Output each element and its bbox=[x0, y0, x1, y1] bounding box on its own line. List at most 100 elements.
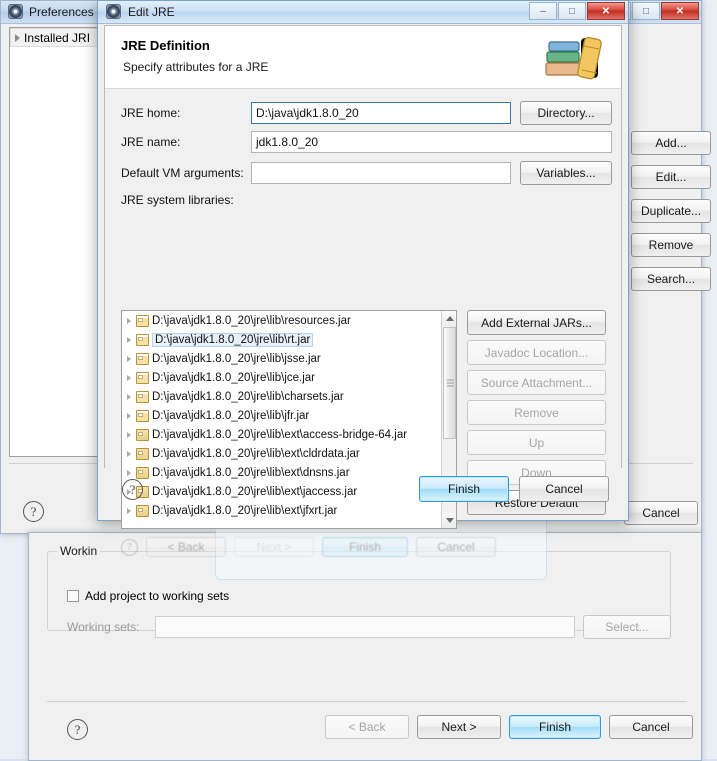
edit-jre-footer: ? Finish Cancel bbox=[104, 469, 622, 513]
cancel-button[interactable]: Cancel bbox=[519, 476, 609, 502]
help-icon: ? bbox=[122, 479, 143, 500]
jar-icon bbox=[136, 447, 149, 460]
edit-jre-titlebar[interactable]: Edit JRE – □ ✕ bbox=[98, 1, 628, 24]
chevron-right-icon[interactable] bbox=[127, 412, 131, 419]
restore-button[interactable]: □ bbox=[558, 2, 586, 20]
library-list-item[interactable]: D:\java\jdk1.8.0_20\jre\lib\ext\access-b… bbox=[122, 425, 456, 444]
library-path-label: D:\java\jdk1.8.0_20\jre\lib\ext\access-b… bbox=[152, 428, 408, 441]
library-path-label: D:\java\jdk1.8.0_20\jre\lib\ext\cldrdata… bbox=[152, 447, 360, 460]
search-button[interactable]: Search... bbox=[631, 267, 712, 291]
chevron-right-icon[interactable] bbox=[127, 317, 131, 324]
chevron-right-icon bbox=[15, 33, 20, 42]
vm-arguments-label: Default VM arguments: bbox=[121, 166, 244, 180]
jre-home-label: JRE home: bbox=[121, 106, 181, 120]
edit-jre-dialog[interactable]: Edit JRE – □ ✕ JRE Definition Specify at… bbox=[97, 0, 629, 529]
library-list-item[interactable]: D:\java\jdk1.8.0_20\jre\lib\charsets.jar bbox=[122, 387, 456, 406]
jre-name-label: JRE name: bbox=[121, 135, 181, 149]
scroll-up-button[interactable] bbox=[442, 311, 456, 326]
jar-icon bbox=[136, 428, 149, 441]
library-list-item[interactable]: D:\java\jdk1.8.0_20\jre\lib\rt.jar bbox=[122, 330, 456, 349]
jre-home-input[interactable]: D:\java\jdk1.8.0_20 bbox=[251, 102, 511, 124]
dialog-header-subtitle: Specify attributes for a JRE bbox=[123, 60, 269, 74]
wizard-separator bbox=[47, 701, 687, 702]
scrollbar-grip-icon bbox=[447, 379, 454, 387]
chevron-right-icon[interactable] bbox=[127, 355, 131, 362]
jar-icon bbox=[136, 390, 149, 403]
jar-icon bbox=[136, 314, 149, 327]
jre-name-row: JRE name: jdk1.8.0_20 bbox=[121, 131, 621, 153]
wizard-button-row[interactable]: < Back Next > Finish Cancel bbox=[325, 715, 693, 739]
up-button: Up bbox=[467, 430, 606, 455]
jre-home-row: JRE home: D:\java\jdk1.8.0_20 Directory.… bbox=[121, 101, 621, 125]
library-path-label: D:\java\jdk1.8.0_20\jre\lib\charsets.jar bbox=[152, 390, 344, 403]
finish-button[interactable]: Finish bbox=[419, 476, 509, 502]
jar-icon bbox=[136, 333, 149, 346]
vm-arguments-input[interactable] bbox=[251, 162, 511, 184]
scrollbar-thumb[interactable] bbox=[443, 327, 456, 439]
close-button[interactable]: ✕ bbox=[587, 2, 625, 20]
preferences-help-button[interactable]: ? bbox=[23, 501, 44, 522]
working-sets-row[interactable]: Working sets: Select... bbox=[67, 615, 671, 639]
dialog-help-button[interactable]: ? bbox=[122, 479, 143, 500]
jar-icon bbox=[136, 371, 149, 384]
library-path-label: D:\java\jdk1.8.0_20\jre\lib\rt.jar bbox=[152, 332, 314, 347]
source-attachment-button: Source Attachment... bbox=[467, 370, 606, 395]
minimize-button[interactable]: – bbox=[529, 2, 557, 20]
checkbox-box[interactable] bbox=[67, 590, 79, 602]
chevron-right-icon[interactable] bbox=[127, 450, 131, 457]
close-button[interactable]: ✕ bbox=[661, 2, 699, 20]
cancel-button[interactable]: Cancel bbox=[609, 715, 693, 739]
library-list-item[interactable]: D:\java\jdk1.8.0_20\jre\lib\ext\cldrdata… bbox=[122, 444, 456, 463]
remove-button[interactable]: Remove bbox=[631, 233, 712, 257]
working-sets-label: Working sets: bbox=[67, 620, 140, 634]
back-button[interactable]: < Back bbox=[325, 715, 409, 739]
library-list-item[interactable]: D:\java\jdk1.8.0_20\jre\lib\jsse.jar bbox=[122, 349, 456, 368]
scroll-down-button[interactable] bbox=[442, 513, 456, 528]
edit-jre-window-controls[interactable]: – □ ✕ bbox=[529, 2, 625, 20]
tree-item-label: Installed JRI bbox=[24, 30, 91, 45]
dialog-header-banner: JRE Definition Specify attributes for a … bbox=[105, 26, 621, 89]
finish-button[interactable]: Finish bbox=[509, 715, 601, 739]
jar-icon bbox=[136, 352, 149, 365]
remove-button: Remove bbox=[467, 400, 606, 425]
duplicate-button[interactable]: Duplicate... bbox=[631, 199, 712, 223]
wizard-help-button[interactable]: ? bbox=[67, 719, 88, 740]
jre-system-libraries-label: JRE system libraries: bbox=[121, 193, 234, 207]
add-external-jars-button[interactable]: Add External JARs... bbox=[467, 310, 606, 335]
variables-button[interactable]: Variables... bbox=[520, 161, 612, 185]
jre-form: JRE home: D:\java\jdk1.8.0_20 Directory.… bbox=[105, 89, 621, 529]
add-to-working-sets-checkbox[interactable]: Add project to working sets bbox=[67, 589, 229, 603]
working-sets-select-button[interactable]: Select... bbox=[583, 615, 671, 639]
library-list-item[interactable]: D:\java\jdk1.8.0_20\jre\lib\jfr.jar bbox=[122, 406, 456, 425]
library-path-label: D:\java\jdk1.8.0_20\jre\lib\jfr.jar bbox=[152, 409, 310, 422]
next-button[interactable]: Next > bbox=[417, 715, 501, 739]
ghost-finish-button: Finish bbox=[322, 537, 408, 557]
edit-button[interactable]: Edit... bbox=[631, 165, 712, 189]
restore-button[interactable]: □ bbox=[632, 2, 660, 20]
chevron-up-icon bbox=[445, 316, 454, 321]
add-to-working-sets-label: Add project to working sets bbox=[85, 589, 230, 603]
library-list-item[interactable]: D:\java\jdk1.8.0_20\jre\lib\resources.ja… bbox=[122, 311, 456, 330]
chevron-right-icon[interactable] bbox=[127, 336, 131, 343]
chevron-right-icon[interactable] bbox=[127, 393, 131, 400]
working-sets-combo[interactable] bbox=[155, 616, 575, 638]
chevron-right-icon[interactable] bbox=[127, 431, 131, 438]
ghost-wizard-button-row: ? < Back Next > Finish Cancel bbox=[105, 533, 535, 561]
working-sets-group-label: Workin bbox=[57, 544, 101, 558]
vm-arguments-row: Default VM arguments: Variables... bbox=[121, 161, 621, 185]
edit-jre-title: Edit JRE bbox=[128, 5, 175, 19]
library-list-item[interactable]: D:\java\jdk1.8.0_20\jre\lib\jce.jar bbox=[122, 368, 456, 387]
add-button[interactable]: Add... bbox=[631, 131, 712, 155]
preferences-button-column[interactable]: Add... Edit... Duplicate... Remove Searc… bbox=[631, 131, 712, 291]
preferences-window-icon bbox=[8, 4, 23, 19]
books-icon bbox=[545, 36, 602, 80]
dialog-footer-buttons[interactable]: Finish Cancel bbox=[419, 476, 609, 502]
help-icon: ? bbox=[23, 501, 44, 522]
library-path-label: D:\java\jdk1.8.0_20\jre\lib\resources.ja… bbox=[152, 314, 351, 327]
directory-button[interactable]: Directory... bbox=[520, 101, 612, 125]
chevron-right-icon[interactable] bbox=[127, 374, 131, 381]
preferences-cancel-button[interactable]: Cancel bbox=[624, 501, 698, 525]
chevron-down-icon bbox=[445, 518, 454, 523]
edit-jre-body: JRE Definition Specify attributes for a … bbox=[104, 25, 622, 529]
jre-name-input[interactable]: jdk1.8.0_20 bbox=[251, 131, 612, 153]
